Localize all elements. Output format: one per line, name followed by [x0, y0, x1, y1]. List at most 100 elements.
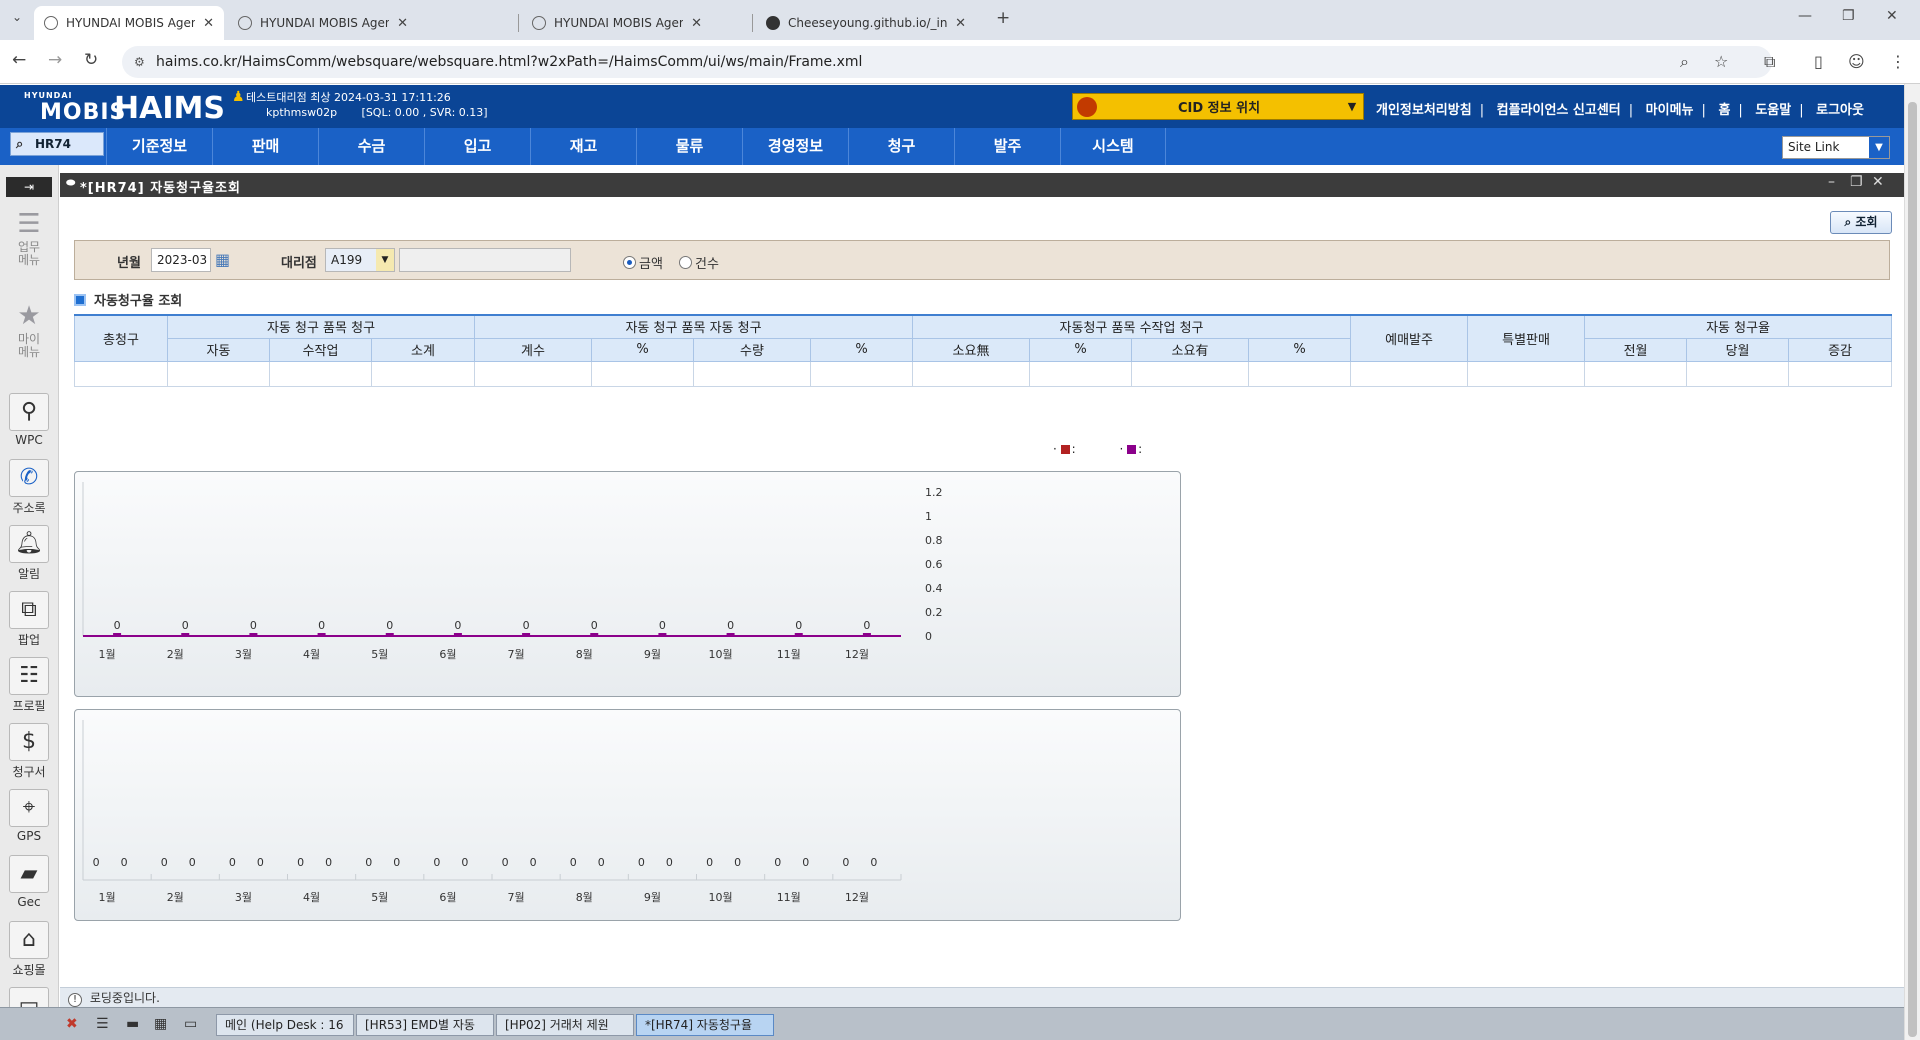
forward-icon[interactable]: → [48, 50, 62, 70]
alarm-light-icon [1077, 96, 1097, 117]
calendar-icon[interactable]: ▦ [215, 250, 230, 269]
book-icon: ▰ [9, 855, 49, 893]
user-icon: ♟ [232, 89, 245, 105]
menu-system[interactable]: 시스템 [1060, 128, 1166, 165]
chart-legend: · : · : [1053, 442, 1142, 456]
alert-button[interactable]: 🔔︎ 알림 [2, 525, 56, 582]
close-all-icon[interactable]: ✖ [66, 1016, 78, 1032]
menu-logistics[interactable]: 물류 [636, 128, 742, 165]
url-input[interactable]: ⚙ haims.co.kr/HaimsComm/websquare/websqu… [122, 46, 1772, 78]
window-maximize-icon[interactable]: ❐ [1850, 174, 1863, 190]
header-auto-item-billing: 자동 청구 품목 청구 [167, 314, 475, 339]
browser-tab-2[interactable]: HYUNDAI MOBIS Agent Inventory ✕ [228, 6, 418, 40]
close-window-icon[interactable]: ✕ [1886, 8, 1898, 24]
menu-receiving[interactable]: 입고 [424, 128, 530, 165]
content-area: ⌕ 조회 년월 2023-03 ▦ 대리점 A199 ▼ 금액 건수 자동청구율… [60, 197, 1904, 987]
globe-icon [44, 16, 58, 30]
window-close-icon[interactable]: ✕ [1872, 174, 1884, 190]
menu-sales[interactable]: 판매 [212, 128, 318, 165]
browser-tab-4[interactable]: Cheeseyoung.github.io/_includ ✕ [756, 6, 976, 40]
app-header: HYUNDAI MOBIS HAIMS ♟ 테스트대리점 최상 2024-03-… [0, 85, 1904, 128]
cid-info-select[interactable]: CID 정보 위치 ▼ [1072, 93, 1364, 120]
scrollbar-thumb[interactable] [1908, 102, 1917, 1037]
menu-billing[interactable]: 청구 [848, 128, 954, 165]
help-link[interactable]: 도움말 [1755, 103, 1791, 118]
bookmark-star-icon[interactable]: ☆ [1714, 52, 1728, 71]
chart-panel-2: 0 0 1월 0 0 2월 0 0 3월 0 0 4월 0 0 5월 0 0 6월 0 0 7월 0 0 8월 0 0 9월 0 0 10… [74, 709, 1181, 921]
work-menu-button[interactable]: ☰ 업무 메뉴 [2, 209, 56, 267]
privacy-policy-link[interactable]: 개인정보처리방침 [1376, 103, 1472, 118]
page-scrollbar[interactable] [1904, 84, 1920, 1040]
x-tick-label: 11월 [777, 648, 801, 661]
data-label: 0 [182, 619, 189, 632]
new-tab-icon[interactable]: + [996, 8, 1010, 28]
data-label: 0 [502, 856, 509, 869]
zoom-icon[interactable]: ⌕ [1680, 52, 1689, 72]
menu-collection[interactable]: 수금 [318, 128, 424, 165]
my-menu-link[interactable]: 마이메뉴 [1646, 103, 1694, 118]
invoice-button[interactable]: $ 청구서 [2, 723, 56, 780]
task-tab-hp02[interactable]: [HP02] 거래처 제원 [496, 1014, 634, 1036]
subheader: 소계 [371, 337, 475, 362]
tile-horizontal-icon[interactable]: ▭ [184, 1016, 197, 1032]
back-icon[interactable]: ← [12, 50, 26, 70]
profile-button[interactable]: ☷ 프로필 [2, 657, 56, 714]
map-pin-icon: ⌖ [9, 789, 49, 827]
home-link[interactable]: 홈 [1718, 103, 1730, 118]
radio-count[interactable]: 건수 [679, 253, 719, 272]
bar-5 [385, 633, 394, 636]
address-book-button[interactable]: ✆ 주소록 [2, 459, 56, 516]
tab-list-button[interactable]: ⌄ [12, 10, 22, 24]
extensions-icon[interactable]: ⧉ [1764, 52, 1775, 72]
close-tab-icon[interactable]: ✕ [397, 16, 408, 31]
bar-9 [658, 633, 667, 636]
menu-ordering[interactable]: 발주 [954, 128, 1060, 165]
restore-icon[interactable]: ❐ [1842, 8, 1855, 24]
radio-amount[interactable]: 금액 [623, 253, 663, 272]
wpc-button[interactable]: ⚲ WPC [2, 393, 56, 447]
task-tab-main[interactable]: 메인 (Help Desk : 16 [216, 1014, 354, 1036]
y-tick-label: 0.2 [925, 606, 943, 619]
bar-1 [113, 633, 122, 636]
shop-button[interactable]: ⌂ 쇼핑몰 [2, 921, 56, 978]
logo-haims: HAIMS [114, 91, 225, 126]
logout-link[interactable]: 로그아웃 [1816, 103, 1864, 118]
profile-avatar-icon[interactable]: ☺ [1848, 52, 1865, 71]
gps-button[interactable]: ⌖ GPS [2, 789, 56, 843]
shop-icon: ⌂ [9, 921, 49, 959]
phone-icon: ✆ [9, 459, 49, 497]
month-input[interactable]: 2023-03 [151, 248, 211, 272]
browser-tab-1[interactable]: HYUNDAI MOBIS Agent Inventory ✕ [34, 6, 224, 40]
browser-tab-3[interactable]: HYUNDAI MOBIS Agent Inventory ✕ [522, 6, 712, 40]
site-link-select[interactable]: Site Link ▼ [1782, 136, 1890, 159]
my-menu-button[interactable]: ★ 마이 메뉴 [2, 301, 56, 359]
menu-inventory[interactable]: 재고 [530, 128, 636, 165]
minimize-all-icon[interactable]: ▬ [126, 1016, 139, 1032]
more-menu-icon[interactable]: ⋮ [1890, 52, 1906, 71]
table-row[interactable] [74, 360, 1893, 387]
data-label: 0 [461, 856, 468, 869]
search-button[interactable]: ⌕ 조회 [1830, 211, 1892, 234]
popup-button[interactable]: ⧉ 팝업 [2, 591, 56, 648]
menu-base-info[interactable]: 기준정보 [106, 128, 212, 165]
reload-icon[interactable]: ↻ [84, 50, 98, 70]
task-tab-hr53[interactable]: [HR53] EMD별 자동 [356, 1014, 494, 1036]
minimize-icon[interactable]: — [1798, 8, 1812, 24]
side-panel-icon[interactable]: ▯ [1814, 52, 1823, 71]
gec-button[interactable]: ▰ Gec [2, 855, 56, 909]
dealer-select[interactable]: A199 ▼ [325, 248, 395, 272]
close-tab-icon[interactable]: ✕ [691, 16, 702, 31]
menu-management[interactable]: 경영정보 [742, 128, 848, 165]
pin-icon[interactable]: ⇥ [6, 177, 52, 197]
cascade-icon[interactable]: ☰ [96, 1016, 109, 1032]
x-tick-label: 6월 [439, 891, 456, 904]
wpc-icon: ⚲ [9, 393, 49, 431]
menu-search-input[interactable]: ⌕ HR74 [10, 132, 104, 156]
window-minimize-icon[interactable]: – [1828, 174, 1835, 190]
compliance-link[interactable]: 컴플라이언스 신고센터 [1497, 103, 1621, 118]
task-tab-hr74[interactable]: *[HR74] 자동청구율 [636, 1014, 774, 1036]
tile-icon[interactable]: ▦ [154, 1016, 167, 1032]
site-info-icon[interactable]: ⚙ [134, 46, 145, 78]
close-tab-icon[interactable]: ✕ [203, 16, 214, 31]
close-tab-icon[interactable]: ✕ [955, 16, 966, 31]
